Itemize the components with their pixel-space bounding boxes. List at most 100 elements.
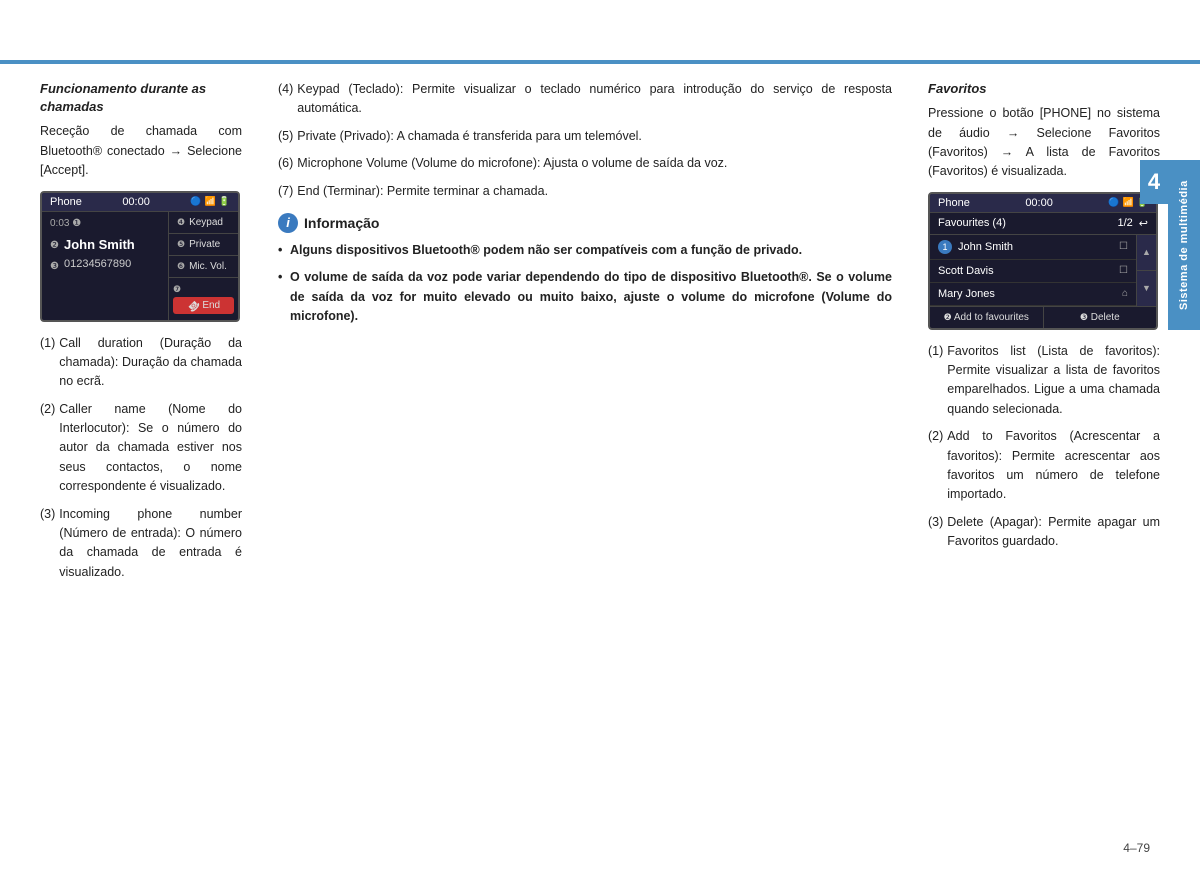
contact-num-badge: 1: [938, 240, 952, 254]
mic-vol-btn[interactable]: ❻ Mic. Vol.: [169, 256, 238, 278]
fav-sub-label: Favourites (4): [938, 217, 1006, 229]
left-items-list: (1) Call duration (Duração da chamada): …: [40, 334, 242, 583]
scroll-down-btn[interactable]: ▼: [1137, 271, 1156, 306]
phone-sidebar-buttons: ❹ Keypad ❺ Private ❻ Mic. Vol. ❼ ☎: [168, 212, 238, 320]
right-column: Favoritos Pressione o botão [PHONE] no s…: [910, 80, 1160, 835]
contact-name: Mary Jones: [938, 288, 995, 300]
bt-icon: 🔵: [190, 196, 201, 207]
fav-bt-icon: 🔵: [1108, 197, 1119, 208]
item-num: (1): [928, 342, 943, 420]
item-text: Add to Favoritos (Acrescentar a favorito…: [947, 427, 1160, 505]
right-section-title: Favoritos: [928, 80, 1160, 98]
back-icon[interactable]: ↩: [1139, 217, 1148, 230]
list-item: (2) Caller name (Nome do Interlocutor): …: [40, 400, 242, 497]
fav-pages: 1/2: [1117, 217, 1132, 229]
sidebar-label-text: Sistema de multimédia: [1178, 180, 1190, 310]
item-num: (1): [40, 334, 55, 392]
phone-time: 00:00: [122, 196, 150, 208]
fav-signal-icon: 📶: [1123, 197, 1134, 208]
list-item: (2) Add to Favoritos (Acrescentar a favo…: [928, 427, 1160, 505]
fav-contact-row[interactable]: Mary Jones ⌂: [930, 283, 1136, 306]
item-num: (4): [278, 80, 293, 119]
private-label: Private: [189, 239, 220, 250]
private-btn[interactable]: ❺ Private: [169, 234, 238, 256]
phone-body: 0:03 ❶ ❷ John Smith ❸ 01234567890 ❹: [42, 212, 238, 320]
item-text: End (Terminar): Permite terminar a chama…: [297, 182, 548, 201]
circle1: ❶: [72, 218, 81, 229]
item-text: Microphone Volume (Volume do microfone):…: [297, 154, 727, 173]
info-icon: i: [278, 213, 298, 233]
list-item: (1) Favoritos list (Lista de favoritos):…: [928, 342, 1160, 420]
info-title-text: Informação: [304, 215, 379, 231]
fav-contact-row[interactable]: 1 John Smith ☐: [930, 235, 1136, 260]
keypad-btn[interactable]: ❹ Keypad: [169, 212, 238, 234]
left-intro-text: Receção de chamada com Bluetooth® conect…: [40, 122, 242, 180]
right-items-list: (1) Favoritos list (Lista de favoritos):…: [928, 342, 1160, 552]
contact-name: John Smith: [958, 241, 1013, 253]
end-label: End: [202, 300, 220, 311]
right-intro-text: Pressione o botão [PHONE] no sistema de …: [928, 104, 1160, 182]
fav-footer: ❷ Add to favourites ❸ Delete: [930, 306, 1156, 328]
fav-phone-label: Phone: [938, 197, 970, 209]
contact-type-icon: ☐: [1119, 265, 1128, 276]
sidebar-label: Sistema de multimédia: [1168, 160, 1200, 330]
fav-row-name: Mary Jones: [938, 288, 995, 300]
scroll-up-icon: ▲: [1142, 247, 1151, 257]
scroll-arrows: ▲ ▼: [1136, 235, 1156, 306]
circle3: ❸: [1080, 312, 1088, 322]
item-text: Call duration (Duração da chamada): Dura…: [59, 334, 242, 392]
item-num: (6): [278, 154, 293, 173]
list-item: (1) Call duration (Duração da chamada): …: [40, 334, 242, 392]
end-btn[interactable]: ❼ ☎ End: [169, 278, 238, 320]
item-num: (3): [928, 513, 943, 552]
item-text: Caller name (Nome do Interlocutor): Se o…: [59, 400, 242, 497]
keypad-label: Keypad: [189, 217, 223, 228]
phone-label: Phone: [50, 196, 82, 208]
item-num: (2): [40, 400, 55, 497]
fav-phone-time: 00:00: [1025, 197, 1053, 209]
delete-label: Delete: [1091, 312, 1120, 323]
circle7: ❼: [173, 284, 181, 295]
fav-header: Phone 00:00 🔵 📶 🔋: [930, 194, 1156, 213]
info-box: i Informação Alguns dispositivos Bluetoo…: [278, 213, 892, 327]
item-text: Keypad (Teclado): Permite visualizar o t…: [297, 80, 892, 119]
fav-phone-screen: Phone 00:00 🔵 📶 🔋 Favourites (4) 1/2 ↩: [928, 192, 1158, 330]
contact-type-icon: ⌂: [1122, 288, 1128, 299]
item-num: (3): [40, 505, 55, 583]
circle4: ❹: [177, 217, 185, 228]
fav-subheader: Favourites (4) 1/2 ↩: [930, 213, 1156, 235]
fav-contact-row[interactable]: Scott Davis ☐: [930, 260, 1136, 283]
list-item: (4) Keypad (Teclado): Permite visualizar…: [278, 80, 892, 119]
scroll-up-btn[interactable]: ▲: [1137, 235, 1156, 271]
delete-btn[interactable]: ❸ Delete: [1044, 307, 1157, 328]
item-num: (5): [278, 127, 293, 146]
list-item: (5) Private (Privado): A chamada é trans…: [278, 127, 892, 146]
list-item: (7) End (Terminar): Permite terminar a c…: [278, 182, 892, 201]
phone-header: Phone 00:00 🔵 📶 🔋: [42, 193, 238, 212]
info-title: i Informação: [278, 213, 892, 233]
list-item: (3) Delete (Apagar): Permite apagar um F…: [928, 513, 1160, 552]
end-icon: ☎: [185, 297, 202, 314]
list-item: (6) Microphone Volume (Volume do microfo…: [278, 154, 892, 173]
item-text: Incoming phone number (Número de entrada…: [59, 505, 242, 583]
add-fav-btn[interactable]: ❷ Add to favourites: [930, 307, 1044, 328]
item-text: Favoritos list (Lista de favoritos): Per…: [947, 342, 1160, 420]
fav-contacts: 1 John Smith ☐ Scott Davis ☐ Mary Jone: [930, 235, 1136, 306]
circle5: ❺: [177, 239, 185, 250]
contact-name: Scott Davis: [938, 265, 994, 277]
item-num: (7): [278, 182, 293, 201]
add-fav-label: Add to favourites: [954, 312, 1029, 323]
fav-contact-area: 1 John Smith ☐ Scott Davis ☐ Mary Jone: [930, 235, 1156, 306]
fav-row-name: 1 John Smith: [938, 240, 1013, 254]
list-item: (3) Incoming phone number (Número de ent…: [40, 505, 242, 583]
battery-icon: 🔋: [219, 196, 230, 207]
circle6: ❻: [177, 261, 185, 272]
contact-type-icon: ☐: [1119, 241, 1128, 252]
left-section-title: Funcionamento durante as chamadas: [40, 80, 242, 116]
caller-name-num: ❷: [50, 240, 59, 251]
circle2: ❷: [944, 312, 952, 322]
call-phone-screen: Phone 00:00 🔵 📶 🔋 0:03 ❶ ❷ Jo: [40, 191, 240, 322]
mid-column: (4) Keypad (Teclado): Permite visualizar…: [260, 80, 910, 835]
page-number: 4–79: [1123, 841, 1150, 855]
bullet-item: O volume de saída da voz pode variar dep…: [278, 268, 892, 326]
